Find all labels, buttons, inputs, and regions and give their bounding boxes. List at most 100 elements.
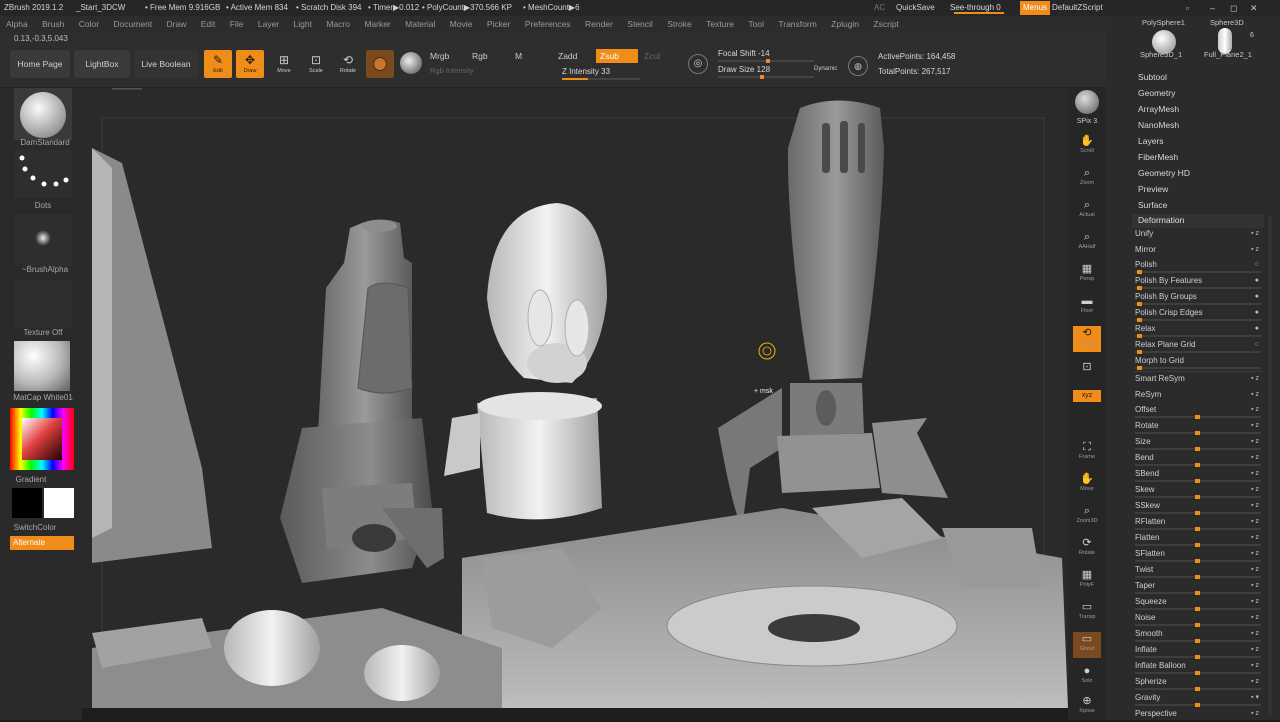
deform-sskew[interactable]: SSkew ▪ z xyxy=(1135,500,1261,515)
transp-button[interactable]: ▭ Transp xyxy=(1073,600,1101,626)
frame-button[interactable]: ⛶ Frame xyxy=(1073,440,1101,466)
menu-tool[interactable]: Tool xyxy=(748,19,764,29)
deformation-header[interactable]: Deformation xyxy=(1132,214,1264,228)
deform-spherize[interactable]: Spherize ▪ z xyxy=(1135,676,1261,691)
section-subtool[interactable]: Subtool xyxy=(1138,72,1167,82)
deform-sbend[interactable]: SBend ▪ z xyxy=(1135,468,1261,483)
rotate-button[interactable]: ⟲ Rotate xyxy=(334,50,362,78)
palette-scrollbar[interactable] xyxy=(1268,216,1272,716)
thumb-label-sphere3d[interactable]: Sphere3D xyxy=(1210,18,1244,27)
deform-relax[interactable]: Relax ● xyxy=(1135,323,1261,338)
texture-thumbnail[interactable] xyxy=(14,280,72,328)
move-button[interactable]: ⊞ Move xyxy=(270,50,298,78)
deform-relax-plane-grid[interactable]: Relax Plane Grid ○ xyxy=(1135,339,1261,354)
main-color-swatch[interactable] xyxy=(44,488,74,518)
gyro-icon[interactable] xyxy=(400,52,422,74)
deform-twist[interactable]: Twist ▪ z xyxy=(1135,564,1261,579)
deform-polish[interactable]: Polish ○ xyxy=(1135,259,1261,274)
draw-button[interactable]: ✥ Draw xyxy=(236,50,264,78)
spix-label[interactable]: SPix 3 xyxy=(1073,118,1101,128)
zoom-button[interactable]: ⌕ Zoom xyxy=(1073,166,1101,192)
stroke-thumbnail[interactable] xyxy=(14,150,72,198)
section-deformation[interactable]: Deformation xyxy=(1138,215,1184,225)
aahalf-button[interactable]: ⌕ AAHalf xyxy=(1073,230,1101,256)
menu-alpha[interactable]: Alpha xyxy=(6,19,28,29)
quicksave-button[interactable]: QuickSave xyxy=(896,0,935,16)
material-swatch-button[interactable] xyxy=(366,50,394,78)
focal-shift-slider[interactable]: Focal Shift -14 xyxy=(718,49,770,58)
dynamic-toggle[interactable]: Dynamic xyxy=(814,66,837,72)
move-view-button[interactable]: ✋ Move xyxy=(1073,472,1101,498)
scroll-button[interactable]: ✋ Scroll xyxy=(1073,134,1101,160)
deform-squeeze[interactable]: Squeeze ▪ z xyxy=(1135,596,1261,611)
actual-button[interactable]: ⌕ Actual xyxy=(1073,198,1101,224)
menu-light[interactable]: Light xyxy=(294,19,312,29)
edit-button[interactable]: ✎ Edit xyxy=(204,50,232,78)
deform-sflatten[interactable]: SFlatten ▪ z xyxy=(1135,548,1261,563)
menu-render[interactable]: Render xyxy=(585,19,613,29)
menu-zplugin[interactable]: Zplugin xyxy=(831,19,859,29)
menu-layer[interactable]: Layer xyxy=(258,19,279,29)
section-nanomesh[interactable]: NanoMesh xyxy=(1138,120,1179,130)
deform-morph-to-grid[interactable]: Morph to Grid xyxy=(1135,355,1261,370)
deform-polish-by-groups[interactable]: Polish By Groups ● xyxy=(1135,291,1261,306)
deform-bend[interactable]: Bend ▪ z xyxy=(1135,452,1261,467)
restore-icon[interactable]: ▫ xyxy=(1186,0,1189,16)
menu-brush[interactable]: Brush xyxy=(42,19,64,29)
deform-taper[interactable]: Taper ▪ z xyxy=(1135,580,1261,595)
menu-document[interactable]: Document xyxy=(113,19,152,29)
live-boolean-button[interactable]: Live Boolean xyxy=(134,50,198,78)
deform-gravity[interactable]: Gravity ▪ ▾ xyxy=(1135,692,1261,707)
rotate-view-button[interactable]: ⟳ Rotate xyxy=(1073,536,1101,562)
rgb-button[interactable]: Rgb xyxy=(472,51,488,61)
menu-macro[interactable]: Macro xyxy=(326,19,350,29)
menu-stencil[interactable]: Stencil xyxy=(627,19,653,29)
ghost-button[interactable]: ▭ Ghost xyxy=(1073,632,1101,658)
menu-movie[interactable]: Movie xyxy=(450,19,473,29)
material-thumbnail[interactable] xyxy=(14,341,70,391)
deform-inflate[interactable]: Inflate ▪ z xyxy=(1135,644,1261,659)
default-zscript[interactable]: DefaultZScript xyxy=(1052,0,1103,16)
minimize-icon[interactable]: – xyxy=(1210,0,1215,16)
menu-picker[interactable]: Picker xyxy=(487,19,511,29)
zsub-button[interactable]: Zsub xyxy=(596,49,638,63)
section-geometry[interactable]: Geometry xyxy=(1138,88,1175,98)
brush-thumbnail[interactable] xyxy=(14,88,72,140)
focal-shift-icon[interactable]: ◎ xyxy=(688,54,708,74)
deform-offset[interactable]: Offset ▪ z xyxy=(1135,404,1261,419)
thumb-label-fullplane[interactable]: Full_Plane2_1 xyxy=(1204,50,1252,59)
m-button[interactable]: M xyxy=(515,51,522,61)
section-surface[interactable]: Surface xyxy=(1138,200,1167,210)
deform-polish-crisp-edges[interactable]: Polish Crisp Edges ● xyxy=(1135,307,1261,322)
section-layers[interactable]: Layers xyxy=(1138,136,1164,146)
polyf-button[interactable]: ▦ PolyF xyxy=(1073,568,1101,594)
menu-stroke[interactable]: Stroke xyxy=(667,19,692,29)
scale-button[interactable]: ⊡ Scale xyxy=(302,50,330,78)
section-geometry-hd[interactable]: Geometry HD xyxy=(1138,168,1190,178)
xpose-button[interactable]: ⊕ Xpose xyxy=(1073,694,1101,720)
rgb-intensity-slider[interactable]: Rgb Intensity xyxy=(430,66,474,75)
lock-button[interactable]: ⊡ xyxy=(1073,360,1101,378)
gradient-label[interactable]: Gradient xyxy=(0,475,66,484)
deform-polish-by-features[interactable]: Polish By Features ● xyxy=(1135,275,1261,290)
zcut-button[interactable]: Zcut xyxy=(644,51,661,61)
deform-resym[interactable]: ReSym ▪ z xyxy=(1135,389,1261,403)
solo-button[interactable]: ● Solo xyxy=(1073,664,1101,690)
deform-rflatten[interactable]: RFlatten ▪ z xyxy=(1135,516,1261,531)
menu-zscript[interactable]: Zscript xyxy=(873,19,899,29)
section-arraymesh[interactable]: ArrayMesh xyxy=(1138,104,1179,114)
menu-file[interactable]: File xyxy=(230,19,244,29)
menu-transform[interactable]: Transform xyxy=(778,19,816,29)
deform-mirror[interactable]: Mirror ▪ z xyxy=(1135,244,1261,258)
lightbox-button[interactable]: LightBox xyxy=(74,50,130,78)
deform-rotate[interactable]: Rotate ▪ z xyxy=(1135,420,1261,435)
thumb-label-sphere3d1[interactable]: Sphere3D_1 xyxy=(1140,50,1182,59)
persp-button[interactable]: ▦ Persp xyxy=(1073,262,1101,288)
deform-unify[interactable]: Unify ▪ z xyxy=(1135,228,1261,242)
draw-size-slider[interactable]: Draw Size 128 xyxy=(718,65,770,74)
deform-smooth[interactable]: Smooth ▪ z xyxy=(1135,628,1261,643)
mrgb-button[interactable]: Mrgb xyxy=(430,51,449,61)
deform-skew[interactable]: Skew ▪ z xyxy=(1135,484,1261,499)
menu-texture[interactable]: Texture xyxy=(706,19,734,29)
local-symmetry-button[interactable]: ⟲ L.Sym xyxy=(1073,326,1101,352)
